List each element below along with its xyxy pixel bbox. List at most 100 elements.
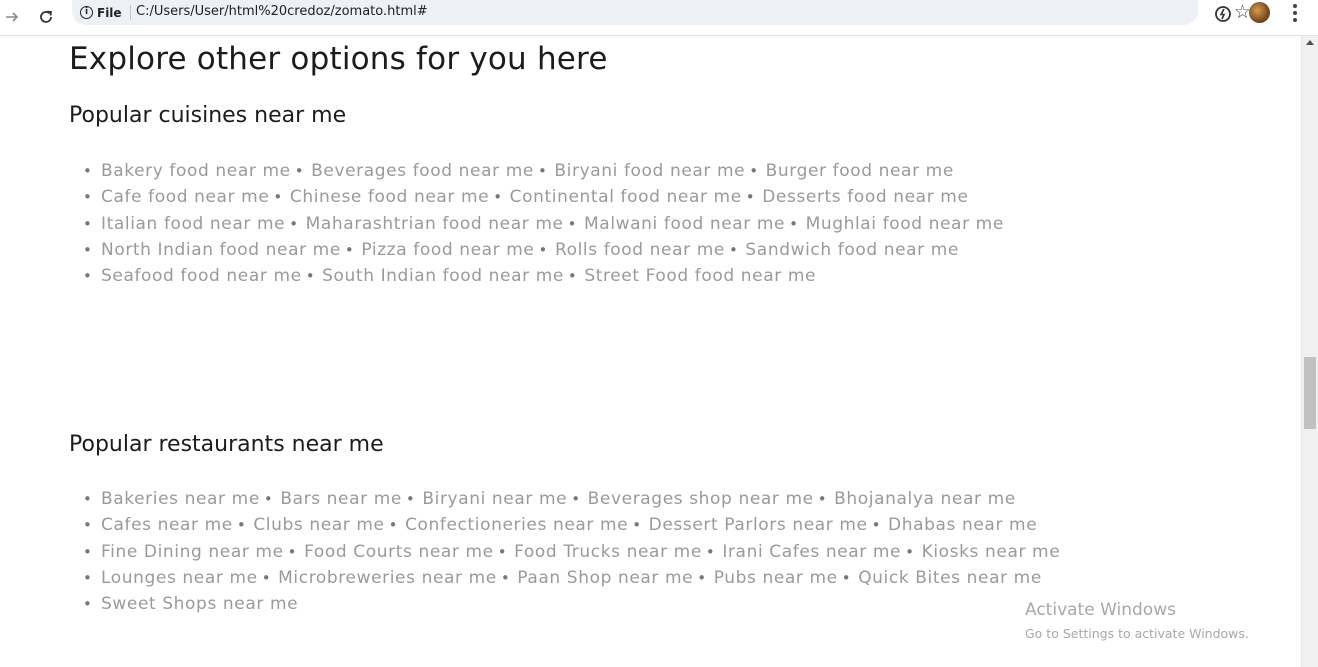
list-item: • Seafood food near me • South Indian food … xyxy=(83,263,1233,289)
url-text[interactable]: C:/Users/User/html%20credoz/zomato.html# xyxy=(136,4,428,19)
bullet-separator: • xyxy=(728,240,739,259)
bullet: • xyxy=(83,162,93,180)
near-me-link[interactable]: Biryani near me xyxy=(422,489,567,509)
site-info-chip[interactable]: i File xyxy=(80,3,122,22)
restaurants-list: • Bakeries near me • Bars near me • Biryani n… xyxy=(83,486,1233,617)
near-me-link[interactable]: Burger food near me xyxy=(766,161,954,181)
bullet-separator: • xyxy=(344,240,355,259)
near-me-link[interactable]: South Indian food near me xyxy=(322,266,564,286)
near-me-link[interactable]: Paan Shop near me xyxy=(517,568,693,588)
bullet-separator: • xyxy=(493,188,503,207)
bullet-separator: • xyxy=(263,490,274,508)
page-title: Explore other options for you here xyxy=(69,41,608,77)
near-me-link[interactable]: North Indian food near me xyxy=(101,240,341,260)
divider xyxy=(130,5,131,20)
near-me-link[interactable]: Beverages shop near me xyxy=(588,489,814,509)
near-me-link[interactable]: Bakeries near me xyxy=(101,489,260,509)
near-me-link[interactable]: Desserts food near me xyxy=(762,187,968,207)
near-me-link[interactable]: Sandwich food near me xyxy=(745,240,959,260)
bullet-separator: • xyxy=(388,516,399,535)
vertical-scrollbar[interactable] xyxy=(1301,36,1318,667)
near-me-link[interactable]: Dessert Parlors near me xyxy=(649,515,868,535)
bullet-separator: • xyxy=(705,542,716,561)
near-me-link[interactable]: Biryani food near me xyxy=(554,161,745,181)
near-me-link[interactable]: Clubs near me xyxy=(253,515,384,535)
bullet: • xyxy=(83,595,93,614)
bullet-separator: • xyxy=(537,162,548,180)
bullet-separator: • xyxy=(841,568,852,587)
bullet-separator: • xyxy=(571,490,581,508)
bullet-separator: • xyxy=(567,214,578,233)
near-me-link[interactable]: Rolls food near me xyxy=(555,240,725,260)
reload-icon[interactable] xyxy=(34,5,58,29)
near-me-link[interactable]: Bhojanalya near me xyxy=(834,489,1016,509)
list-item: • Fine Dining near me • Food Courts near me… xyxy=(83,539,1233,565)
profile-avatar[interactable] xyxy=(1249,2,1270,23)
near-me-link[interactable]: Food Courts near me xyxy=(304,542,494,562)
bullet: • xyxy=(83,516,93,535)
bullet: • xyxy=(83,188,93,207)
list-item: • Bakery food near me • Beverages food near… xyxy=(83,158,1233,184)
watermark-subtitle: Go to Settings to activate Windows. xyxy=(1025,626,1249,641)
bullet-separator: • xyxy=(749,162,759,180)
near-me-link[interactable]: Pubs near me xyxy=(714,568,838,588)
bullet-separator: • xyxy=(871,516,882,535)
near-me-link[interactable]: Kiosks near me xyxy=(922,542,1061,562)
bullet-separator: • xyxy=(289,214,299,233)
scroll-thumb[interactable] xyxy=(1304,357,1316,429)
list-item: • Italian food near me • Maharashtrian food… xyxy=(83,211,1233,237)
near-me-link[interactable]: Lounges near me xyxy=(101,568,258,588)
near-me-link[interactable]: Cafes near me xyxy=(101,515,233,535)
near-me-link[interactable]: Sweet Shops near me xyxy=(101,594,298,614)
near-me-link[interactable]: Cafe food near me xyxy=(101,187,269,207)
bullet-separator: • xyxy=(500,568,511,587)
near-me-link[interactable]: Quick Bites near me xyxy=(858,568,1042,588)
near-me-link[interactable]: Beverages food near me xyxy=(311,161,534,181)
near-me-link[interactable]: Mughlai food near me xyxy=(806,214,1004,234)
extension-icon[interactable] xyxy=(1213,4,1233,24)
near-me-link[interactable]: Street Food food near me xyxy=(584,266,816,286)
near-me-link[interactable]: Continental food near me xyxy=(510,187,742,207)
near-me-link[interactable]: Irani Cafes near me xyxy=(722,542,901,562)
near-me-link[interactable]: Maharashtrian food near me xyxy=(306,214,564,234)
near-me-link[interactable]: Seafood food near me xyxy=(101,266,302,286)
bullet: • xyxy=(83,490,93,508)
forward-icon[interactable] xyxy=(0,5,24,29)
bullet: • xyxy=(83,542,93,561)
near-me-link[interactable]: Confectioneries near me xyxy=(405,515,628,535)
bullet-separator: • xyxy=(261,568,272,587)
scroll-up-icon[interactable] xyxy=(1306,40,1314,45)
bullet-separator: • xyxy=(567,267,578,286)
menu-icon[interactable] xyxy=(1286,2,1304,24)
bullet-separator: • xyxy=(905,542,915,561)
near-me-link[interactable]: Pizza food near me xyxy=(361,240,534,260)
bullet-separator: • xyxy=(273,188,283,207)
bullet: • xyxy=(83,240,93,259)
bullet: • xyxy=(83,568,93,587)
restaurants-heading: Popular restaurants near me xyxy=(69,432,384,457)
near-me-link[interactable]: Dhabas near me xyxy=(888,515,1037,535)
list-item: • Cafe food near me • Chinese food near me •… xyxy=(83,184,1233,210)
cuisines-heading: Popular cuisines near me xyxy=(69,103,347,128)
near-me-link[interactable]: Bakery food near me xyxy=(101,161,291,181)
info-icon: i xyxy=(80,6,93,19)
list-item: • Bakeries near me • Bars near me • Biryani n… xyxy=(83,486,1233,512)
near-me-link[interactable]: Malwani food near me xyxy=(584,214,785,234)
near-me-link[interactable]: Italian food near me xyxy=(101,214,285,234)
watermark-title: Activate Windows xyxy=(1025,600,1176,620)
near-me-link[interactable]: Bars near me xyxy=(280,489,402,509)
near-me-link[interactable]: Microbreweries near me xyxy=(278,568,497,588)
near-me-link[interactable]: Food Trucks near me xyxy=(514,542,702,562)
bullet-separator: • xyxy=(405,490,416,508)
bullet-separator: • xyxy=(538,240,548,259)
activate-windows-watermark: Activate Windows Go to Settings to activ… xyxy=(1025,600,1249,641)
near-me-link[interactable]: Fine Dining near me xyxy=(101,542,284,562)
bullet-separator: • xyxy=(294,162,305,180)
site-chip-label: File xyxy=(97,5,122,20)
address-bar[interactable]: i File C:/Users/User/html%20credoz/zomat… xyxy=(72,0,1251,25)
bullet-separator: • xyxy=(817,490,828,508)
bullet-separator: • xyxy=(789,214,799,233)
near-me-link[interactable]: Chinese food near me xyxy=(290,187,489,207)
browser-toolbar: i File C:/Users/User/html%20credoz/zomat… xyxy=(0,0,1318,36)
bullet-separator: • xyxy=(305,267,316,286)
